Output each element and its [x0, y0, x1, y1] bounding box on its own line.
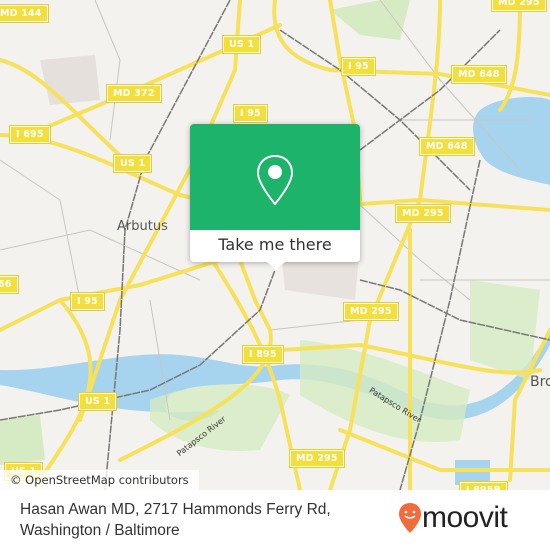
park: [300, 340, 470, 442]
osm-attribution[interactable]: © OpenStreetMap contributors: [0, 470, 199, 490]
place-label-arbutus: Arbutus: [117, 219, 168, 234]
road-shield: I 895: [242, 345, 284, 364]
road-shield: MD 144: [0, 4, 49, 23]
road-shield: MD 295: [395, 204, 451, 223]
map-pin-icon: [256, 154, 294, 206]
road-shield: 66: [0, 275, 19, 294]
map-canvas[interactable]: MD 144 US 1 MD 372 I 695 US 1 I 95 I 95 …: [0, 0, 550, 490]
moovit-pin-icon: [399, 503, 421, 533]
popup-pointer: [267, 262, 285, 270]
moovit-wordmark: moovit: [422, 501, 508, 534]
footer-bar: Hasan Awan MD, 2717 Hammonds Ferry Rd, W…: [0, 490, 550, 550]
popup-header: [190, 124, 360, 230]
road-shield: MD 295: [343, 302, 399, 321]
place-label-brooklyn: Bro: [530, 374, 550, 390]
road-shield: US 1: [112, 154, 153, 173]
water-lake: [473, 97, 550, 185]
place-address: Hasan Awan MD, 2717 Hammonds Ferry Rd, W…: [20, 499, 331, 541]
road-shield: MD 372: [106, 84, 162, 103]
take-me-there-button[interactable]: Take me there: [190, 230, 360, 262]
road-shield: US 1: [77, 392, 118, 411]
location-popup: Take me there: [190, 124, 360, 270]
moovit-logo: moovit: [398, 501, 508, 534]
road-shield: I 695: [9, 125, 51, 144]
road-shield: I 95: [70, 292, 105, 311]
road-shield: MD 648: [419, 137, 475, 156]
park: [330, 0, 410, 40]
road-shield: MD 648: [451, 65, 507, 84]
urban-area: [40, 55, 100, 105]
road-shield: I 95: [233, 104, 268, 123]
park: [0, 415, 45, 465]
address-line-1: Hasan Awan MD, 2717 Hammonds Ferry Rd,: [20, 501, 331, 518]
road-shield: I 95: [341, 57, 376, 76]
road-shield: US 1: [221, 35, 262, 54]
road-shield: MD 295: [491, 0, 547, 12]
address-line-2: Washington / Baltimore: [20, 522, 180, 539]
road-shield: I 895B: [458, 481, 509, 490]
road-shield: MD 295: [289, 449, 345, 468]
